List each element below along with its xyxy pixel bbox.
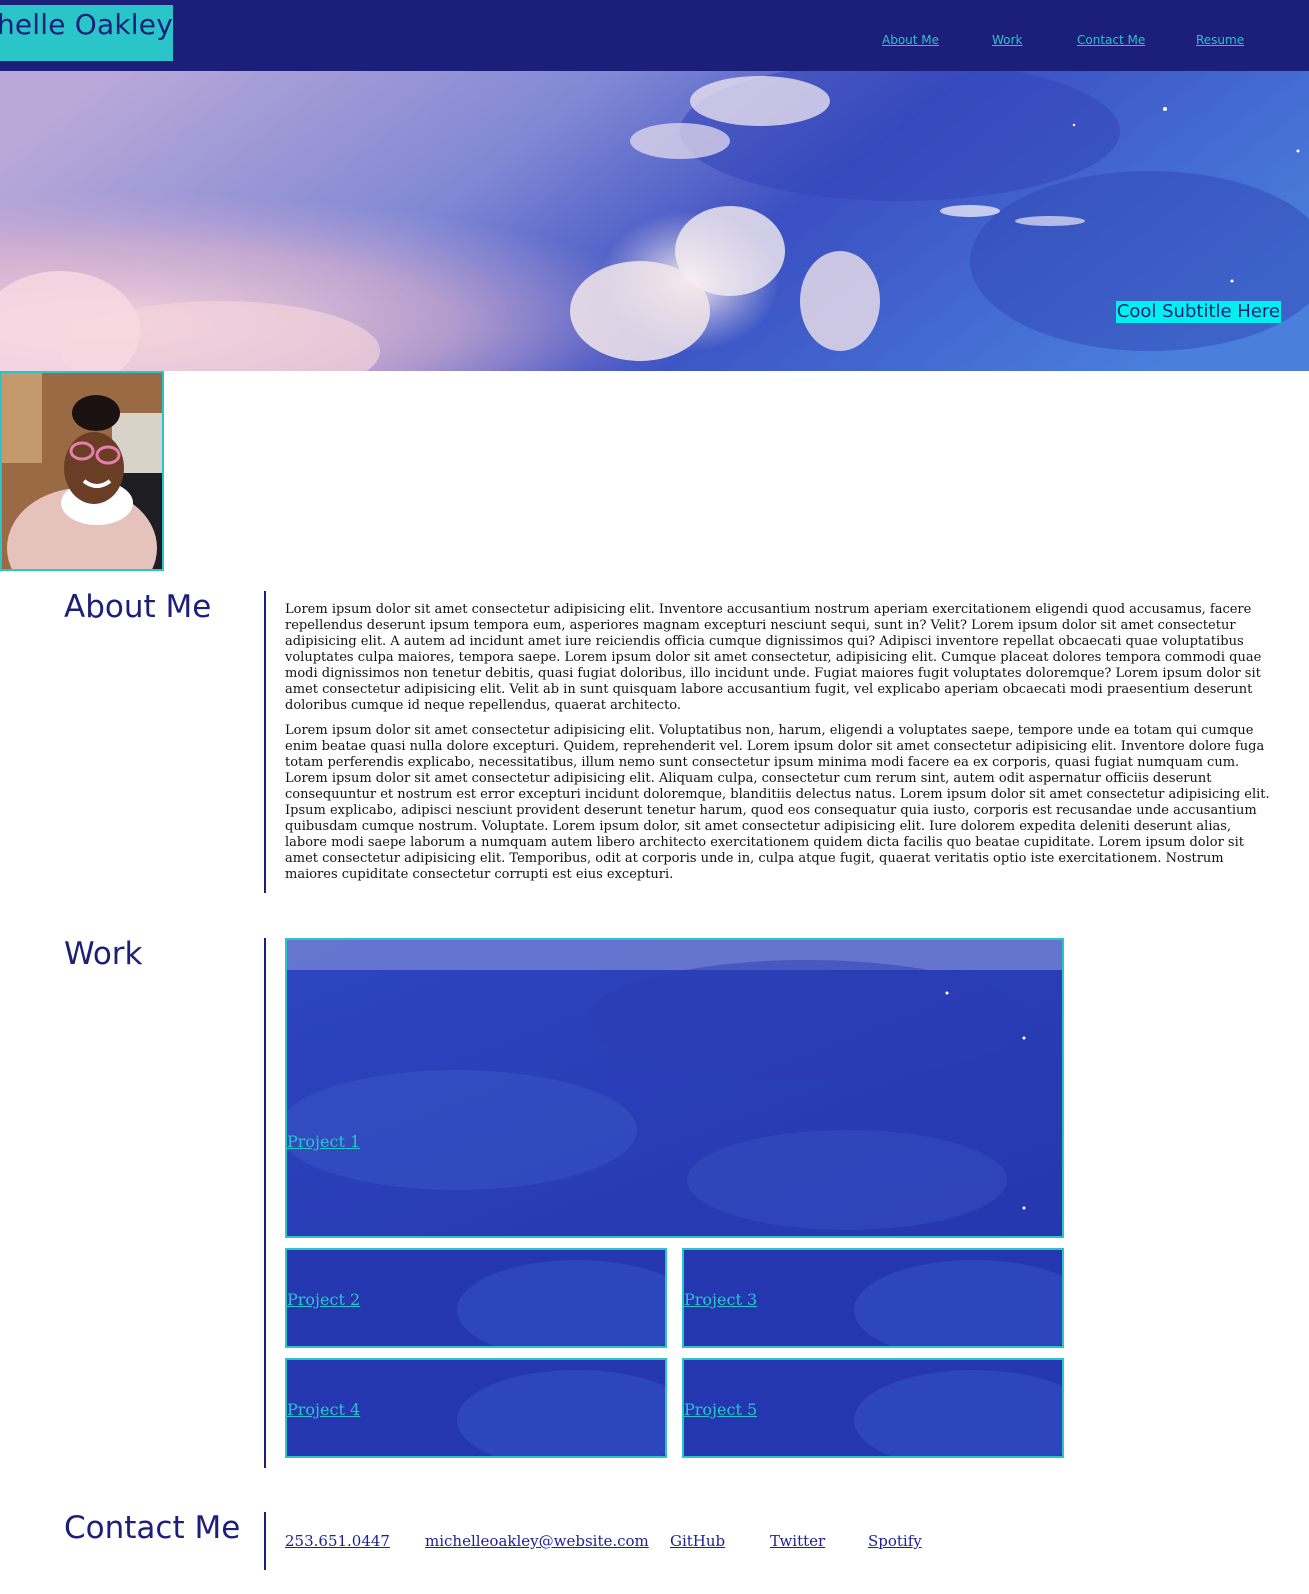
nav-link-resume[interactable]: Resume — [1196, 33, 1244, 47]
about-section-title: About Me — [64, 589, 212, 625]
site-logo[interactable]: chelle Oakley — [0, 5, 173, 61]
hero-subtitle: Cool Subtitle Here — [1115, 301, 1281, 323]
hero-banner: Cool Subtitle Here — [0, 71, 1309, 371]
about-text: Lorem ipsum dolor sit amet consectetur a… — [285, 602, 1270, 892]
project-link[interactable]: Project 5 — [684, 1400, 757, 1419]
site-name: chelle Oakley — [0, 8, 173, 41]
work-section-title: Work — [64, 936, 143, 972]
sky-background-image — [0, 71, 1309, 371]
contact-section-title: Contact Me — [64, 1510, 241, 1546]
twitter-link[interactable]: Twitter — [770, 1532, 825, 1550]
nav-link-contact-me[interactable]: Contact Me — [1077, 33, 1145, 47]
project-card[interactable]: Project 2 — [285, 1248, 667, 1348]
spotify-link[interactable]: Spotify — [868, 1532, 922, 1550]
about-divider — [264, 591, 266, 893]
project-card[interactable]: Project 4 — [285, 1358, 667, 1458]
nav-link-about-me[interactable]: About Me — [882, 33, 939, 47]
project-card[interactable]: Project 3 — [682, 1248, 1064, 1348]
email-link[interactable]: michelleoakley@website.com — [425, 1532, 649, 1550]
site-header: chelle Oakley About Me Work Contact Me R… — [0, 0, 1309, 71]
work-divider — [264, 938, 266, 1468]
project-link[interactable]: Project 1 — [287, 1132, 360, 1151]
about-paragraph: Lorem ipsum dolor sit amet consectetur a… — [285, 723, 1270, 882]
nav-link-work[interactable]: Work — [992, 33, 1022, 47]
project-card[interactable]: Project 5 — [682, 1358, 1064, 1458]
about-paragraph: Lorem ipsum dolor sit amet consectetur a… — [285, 602, 1262, 713]
project-link[interactable]: Project 2 — [287, 1290, 360, 1309]
project-link[interactable]: Project 3 — [684, 1290, 757, 1309]
contact-divider — [264, 1512, 266, 1570]
profile-photo — [0, 371, 164, 571]
github-link[interactable]: GitHub — [670, 1532, 725, 1550]
project-link[interactable]: Project 4 — [287, 1400, 360, 1419]
project-card-featured[interactable]: Project 1 — [285, 938, 1064, 1238]
phone-link[interactable]: 253.651.0447 — [285, 1532, 390, 1550]
